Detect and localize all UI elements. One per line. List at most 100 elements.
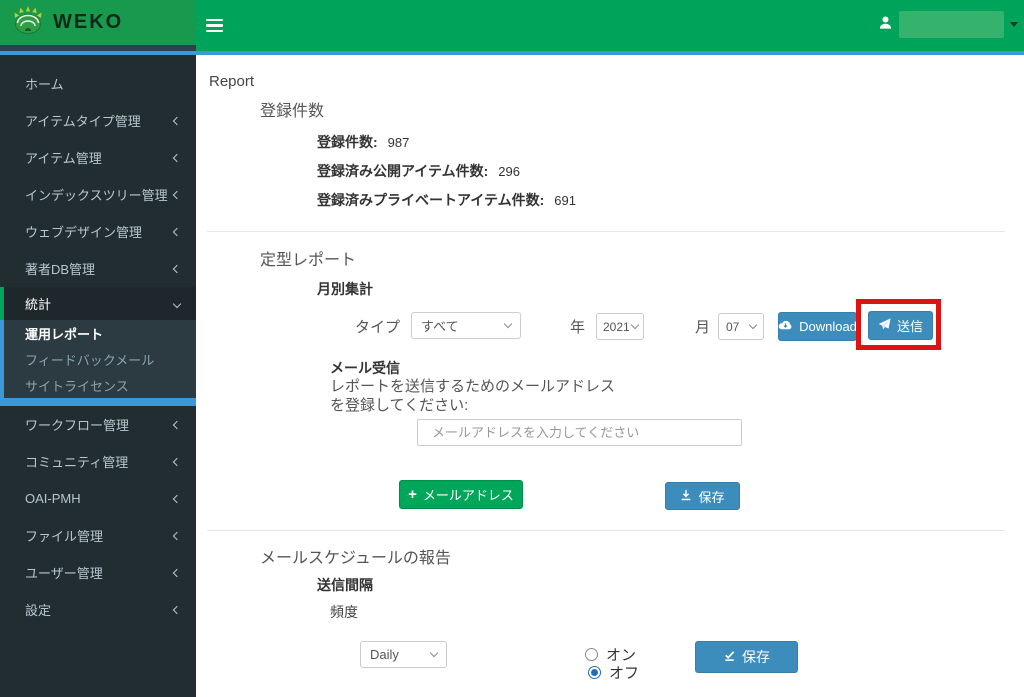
chevron-down-icon [749, 321, 757, 329]
sidebar-item-label: 著者DB管理 [25, 259, 95, 278]
sidebar-item-workflow-admin[interactable]: ワークフロー管理 [0, 406, 196, 443]
radio-off-label: オフ [609, 662, 639, 683]
save-email-button[interactable]: 保存 [665, 482, 740, 510]
sidebar-item-index-tree-admin[interactable]: インデックスツリー管理 [0, 176, 196, 213]
sidebar-item-author-db-admin[interactable]: 著者DB管理 [0, 250, 196, 287]
registration-section-heading: 登録件数 [260, 97, 324, 121]
year-select-value: 2021 [603, 320, 630, 334]
year-select[interactable]: 2021 [596, 313, 644, 340]
caret-down-icon [1010, 22, 1018, 27]
sidebar-item-settings[interactable]: 設定 [0, 591, 196, 628]
send-button-label: 送信 [897, 316, 923, 335]
sidebar-active-indicator [0, 398, 196, 406]
sidebar-item-item-admin[interactable]: アイテム管理 [0, 139, 196, 176]
main-content: Report 登録件数 登録件数:987 登録済み公開アイテム件数:296 登録… [196, 55, 1024, 697]
chevron-left-icon [173, 190, 181, 198]
sidebar-item-feedback-mail[interactable]: フィードバックメール [0, 346, 196, 372]
chevron-left-icon [173, 264, 181, 272]
chevron-down-icon [173, 299, 181, 307]
weko-logo-icon [12, 6, 44, 39]
sidebar-item-user-admin[interactable]: ユーザー管理 [0, 554, 196, 591]
stat-value: 296 [498, 164, 520, 179]
stat-value: 691 [554, 193, 576, 208]
stat-row-total: 登録件数:987 [317, 132, 409, 152]
sidebar-item-label: コミュニティ管理 [25, 452, 128, 471]
stat-label: 登録済み公開アイテム件数: [317, 163, 488, 179]
frequency-label: 頻度 [330, 602, 358, 622]
send-interval-heading: 送信間隔 [317, 575, 373, 595]
monthly-summary-heading: 月別集計 [317, 279, 373, 299]
sidebar-item-label: ワークフロー管理 [25, 415, 129, 434]
chevron-left-icon [173, 116, 181, 124]
brand-name: WEKO [53, 11, 123, 34]
chevron-left-icon [173, 153, 181, 161]
cloud-download-icon [778, 319, 793, 334]
user-name-box[interactable] [899, 11, 1004, 38]
mail-receive-heading: メール受信 [330, 358, 400, 378]
sidebar-item-label: フィードバックメール [25, 350, 154, 369]
chevron-left-icon [173, 494, 181, 502]
sidebar-item-web-design-admin[interactable]: ウェブデザイン管理 [0, 213, 196, 250]
user-menu[interactable] [878, 11, 1018, 38]
save-download-icon [680, 489, 692, 504]
add-email-button[interactable]: + メールアドレス [399, 480, 523, 509]
frequency-select[interactable]: Daily [360, 641, 447, 668]
chevron-left-icon [173, 420, 181, 428]
chevron-down-icon [430, 649, 438, 657]
sidebar-item-label: アイテム管理 [25, 148, 102, 167]
sidebar-item-operation-report[interactable]: 運用レポート [0, 320, 196, 346]
chevron-left-icon [173, 568, 181, 576]
brand-logo-area[interactable]: WEKO [0, 0, 196, 45]
plus-icon: + [408, 486, 417, 503]
sidebar-item-label: ホーム [25, 74, 64, 93]
sidebar-item-file-admin[interactable]: ファイル管理 [0, 517, 196, 554]
sidebar-item-statistics[interactable]: 統計 [0, 287, 196, 320]
schedule-off-option[interactable]: オフ [588, 662, 639, 683]
sidebar-item-oai-pmh[interactable]: OAI-PMH [0, 480, 196, 517]
mail-schedule-section-heading: メールスケジュールの報告 [260, 544, 451, 568]
user-icon [878, 15, 893, 35]
add-email-button-label: メールアドレス [423, 485, 514, 504]
top-navbar [196, 0, 1024, 51]
mail-description: レポートを送信するためのメールアドレスを登録してください: [330, 377, 615, 415]
sidebar-item-label: インデックスツリー管理 [25, 185, 168, 204]
sidebar-item-community-admin[interactable]: コミュニティ管理 [0, 443, 196, 480]
type-select[interactable]: すべて [411, 312, 521, 339]
radio-off[interactable] [588, 666, 601, 679]
download-button[interactable]: Download [778, 312, 857, 341]
chevron-down-icon [504, 320, 512, 328]
weko-admin-screen: WEKO ホームアイテムタイプ管理アイテム管理インデックスツリー管理ウェブデザイ… [0, 0, 1024, 697]
stat-row-private: 登録済みプライベートアイテム件数:691 [317, 190, 576, 210]
month-select[interactable]: 07 [718, 313, 764, 340]
save-schedule-button[interactable]: 保存 [695, 641, 798, 673]
stat-value: 987 [388, 135, 410, 150]
fixed-report-section-heading: 定型レポート [260, 246, 356, 270]
sidebar-item-label: サイトライセンス [25, 376, 129, 395]
chevron-left-icon [173, 227, 181, 235]
stat-row-public: 登録済み公開アイテム件数: 296 [317, 161, 520, 181]
sidebar-item-label: 設定 [25, 600, 51, 619]
send-button[interactable]: 送信 [868, 311, 933, 340]
save-check-icon [723, 649, 736, 665]
radio-on[interactable] [585, 648, 598, 661]
section-divider [207, 530, 1005, 531]
sidebar-item-label: ユーザー管理 [25, 563, 103, 582]
sidebar: ホームアイテムタイプ管理アイテム管理インデックスツリー管理ウェブデザイン管理著者… [0, 55, 196, 697]
save-schedule-button-label: 保存 [742, 647, 770, 667]
save-email-button-label: 保存 [698, 487, 724, 506]
sidebar-item-label: ウェブデザイン管理 [25, 222, 142, 241]
sidebar-item-site-license[interactable]: サイトライセンス [0, 372, 196, 398]
sidebar-item-label: ファイル管理 [25, 526, 103, 545]
send-paper-plane-icon [878, 318, 891, 334]
sidebar-item-home[interactable]: ホーム [0, 65, 196, 102]
month-label: 月 [695, 316, 710, 337]
sidebar-item-label: OAI-PMH [25, 491, 81, 506]
sidebar-item-label: 統計 [25, 294, 51, 313]
email-input[interactable] [417, 419, 742, 446]
chevron-left-icon [173, 605, 181, 613]
month-select-value: 07 [726, 320, 739, 334]
sidebar-menu: ホームアイテムタイプ管理アイテム管理インデックスツリー管理ウェブデザイン管理著者… [0, 55, 196, 628]
chevron-left-icon [173, 457, 181, 465]
sidebar-toggle-hamburger-icon[interactable] [206, 19, 223, 32]
sidebar-item-item-type-admin[interactable]: アイテムタイプ管理 [0, 102, 196, 139]
